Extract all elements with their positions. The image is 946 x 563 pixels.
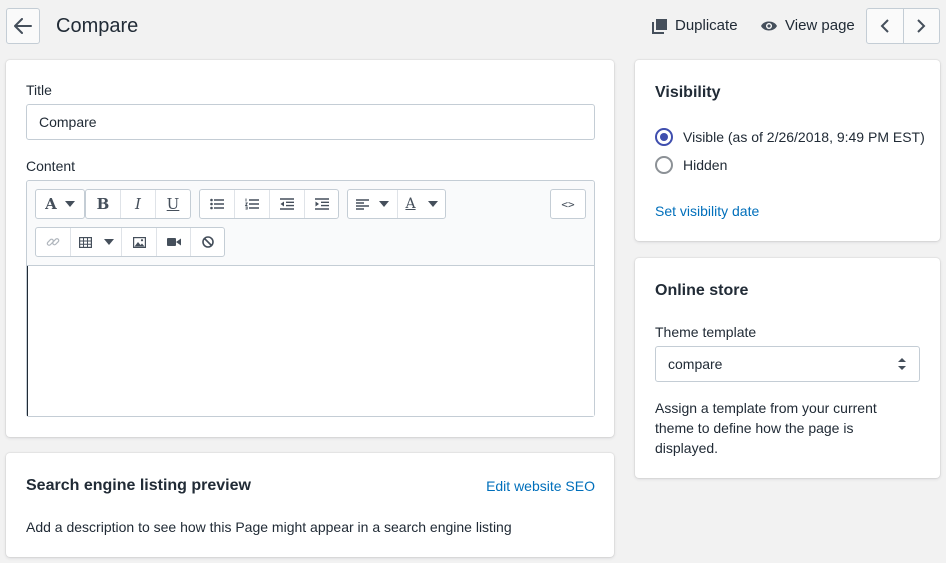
rich-text-editor: A B I U A <> [26, 180, 595, 417]
online-store-card: Online store Theme template compare Assi… [635, 258, 940, 478]
font-icon: A [45, 195, 57, 213]
seo-heading: Search engine listing preview [26, 477, 251, 494]
arrow-left-icon [14, 18, 32, 34]
chevron-left-icon [880, 19, 889, 33]
visible-label: Visible (as of 2/26/2018, 9:49 PM EST) [683, 129, 925, 145]
link-icon [46, 238, 60, 246]
online-store-heading: Online store [655, 282, 749, 299]
code-view-icon: <> [561, 197, 575, 211]
editor-body[interactable] [27, 266, 594, 416]
visible-option[interactable]: Visible (as of 2/26/2018, 9:49 PM EST) [655, 128, 925, 146]
eye-icon [761, 21, 777, 30]
italic-icon: I [135, 195, 141, 213]
indent-icon [314, 198, 329, 210]
code-view-button[interactable]: <> [551, 190, 585, 218]
view-page-button[interactable]: View page [760, 17, 855, 34]
duplicate-label: Duplicate [675, 17, 738, 34]
numbered-list-button[interactable] [234, 190, 269, 218]
next-button[interactable] [902, 9, 939, 43]
outdent-button[interactable] [269, 190, 304, 218]
pagination [866, 8, 940, 44]
select-arrows-icon [898, 358, 906, 370]
outdent-icon [280, 198, 294, 210]
text-style-group: B I U [85, 189, 191, 219]
theme-template-select[interactable]: compare [655, 346, 920, 382]
visibility-card: Visibility Visible (as of 2/26/2018, 9:4… [635, 60, 940, 241]
list-group [199, 189, 339, 219]
edit-seo-link[interactable]: Edit website SEO [486, 478, 595, 494]
visibility-heading: Visibility [655, 84, 721, 101]
format-group: A [347, 189, 446, 219]
previous-button[interactable] [867, 9, 903, 43]
text-color-icon: A [405, 196, 416, 212]
text-color-dropdown[interactable]: A [397, 190, 445, 218]
table-dropdown[interactable] [70, 228, 121, 256]
theme-template-value: compare [668, 356, 723, 372]
link-button[interactable] [36, 228, 70, 256]
duplicate-button[interactable]: Duplicate [652, 17, 738, 34]
seo-preview-card: Search engine listing preview Edit websi… [6, 453, 614, 557]
numbered-list-icon [245, 198, 259, 210]
duplicate-icon [652, 18, 667, 34]
seo-description: Add a description to see how this Page m… [26, 519, 512, 535]
theme-template-label: Theme template [655, 324, 757, 340]
title-input[interactable]: Compare [26, 104, 595, 140]
indent-button[interactable] [304, 190, 338, 218]
set-visibility-date-link[interactable]: Set visibility date [655, 203, 759, 219]
table-icon [78, 236, 92, 248]
caret-down-icon [103, 239, 114, 245]
caret-down-icon [64, 201, 75, 207]
page-header: Compare Duplicate View page [0, 0, 946, 54]
bullet-list-icon [210, 198, 224, 210]
video-button[interactable] [156, 228, 190, 256]
visible-radio[interactable] [655, 128, 673, 146]
back-button[interactable] [6, 8, 40, 44]
image-icon [132, 236, 146, 248]
hidden-label: Hidden [683, 157, 728, 173]
chevron-right-icon [917, 19, 926, 33]
view-page-label: View page [785, 17, 855, 34]
page-title: Compare [56, 15, 139, 37]
underline-button[interactable]: U [155, 190, 190, 218]
bold-icon: B [96, 195, 110, 213]
font-group: A [35, 189, 85, 219]
clear-format-icon [201, 236, 214, 248]
caret-down-icon [379, 201, 389, 207]
title-label: Title [26, 82, 52, 98]
template-help-text: Assign a template from your current them… [655, 400, 877, 456]
image-button[interactable] [121, 228, 156, 256]
hidden-radio[interactable] [655, 156, 673, 174]
hidden-option[interactable]: Hidden [655, 156, 727, 174]
align-icon [356, 198, 369, 210]
caret-down-icon [427, 201, 438, 207]
insert-group [35, 227, 225, 257]
italic-button[interactable]: I [120, 190, 155, 218]
clear-format-button[interactable] [190, 228, 224, 256]
page-content-card: Title Compare Content A B I U A <> [6, 60, 614, 437]
bullet-list-button[interactable] [200, 190, 234, 218]
editor-toolbar: A B I U A <> [27, 181, 594, 266]
underline-icon: U [166, 195, 180, 213]
code-group: <> [550, 189, 586, 219]
align-dropdown[interactable] [348, 190, 397, 218]
video-icon [166, 238, 181, 246]
content-label: Content [26, 158, 76, 174]
font-dropdown[interactable]: A [36, 190, 84, 218]
bold-button[interactable]: B [86, 190, 120, 218]
